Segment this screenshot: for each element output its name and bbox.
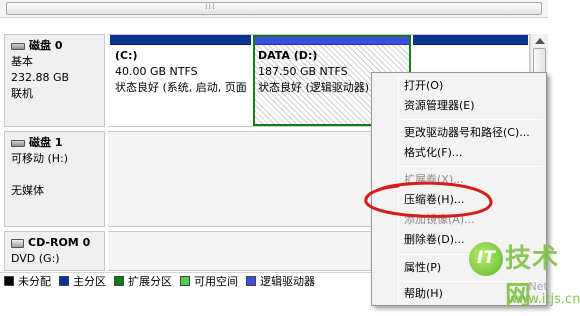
- primary-partition-band: [110, 35, 251, 45]
- disk-1-name: 磁盘 1: [29, 136, 63, 149]
- partition-c[interactable]: (C:) 40.00 GB NTFS 状态良好 (系统, 启动, 页面: [110, 35, 251, 126]
- legend-label: 主分区: [73, 274, 106, 288]
- partition-c-status: 状态良好 (系统, 启动, 页面: [115, 81, 247, 94]
- removable-disk-icon: [11, 139, 25, 147]
- legend-swatch: [180, 275, 190, 286]
- menu-item-properties[interactable]: 属性(P): [404, 259, 441, 277]
- scroll-up-icon[interactable]: [535, 38, 545, 44]
- cdrom-0-type: DVD (G:): [11, 252, 60, 265]
- menu-item-change-drive-letter[interactable]: 更改驱动器号和路径(C)...: [404, 124, 530, 142]
- hard-disk-icon: [11, 42, 25, 50]
- legend-item-extended: 扩展分区: [114, 273, 172, 289]
- disk-0-size: 232.88 GB: [11, 71, 70, 84]
- disk-1-type: 可移动 (H:): [11, 152, 69, 165]
- menu-separator: [400, 254, 542, 255]
- legend-item-free-space: 可用空间: [180, 273, 238, 289]
- logical-drive-band: [253, 35, 411, 45]
- disk-1-media: 无媒体: [11, 184, 44, 197]
- menu-item-shrink-volume[interactable]: 压缩卷(H)...: [404, 191, 464, 209]
- disk-0-label[interactable]: 磁盘 0 基本 232.88 GB 联机: [4, 34, 105, 127]
- menu-item-help[interactable]: 帮助(H): [404, 285, 443, 303]
- menu-item-open[interactable]: 打开(O): [404, 77, 443, 95]
- menu-item-add-mirror[interactable]: 添加镜像(A)...: [404, 211, 475, 229]
- menu-separator: [400, 166, 542, 167]
- disk-0-status: 联机: [11, 87, 33, 100]
- menu-gutter: [398, 75, 399, 303]
- cdrom-0-title: CD-ROM 0: [11, 235, 98, 251]
- menu-item-delete-volume[interactable]: 删除卷(D)...: [404, 231, 465, 249]
- legend-item-unallocated: 未分配: [4, 273, 51, 289]
- legend-label: 未分配: [18, 274, 51, 288]
- menu-item-format[interactable]: 格式化(F)...: [404, 144, 462, 162]
- partition-c-info: 40.00 GB NTFS: [115, 65, 198, 78]
- cdrom-0-name: CD-ROM 0: [28, 236, 91, 249]
- legend-swatch: [4, 275, 14, 286]
- disk-0-name: 磁盘 0: [29, 39, 63, 52]
- menu-item-explorer[interactable]: 资源管理器(E): [404, 97, 475, 115]
- disk-0-type: 基本: [11, 55, 33, 68]
- horizontal-scrollbar[interactable]: ⁞⁞⁞: [0, 0, 548, 18]
- legend-swatch: [114, 275, 124, 286]
- menu-separator: [400, 281, 542, 282]
- legend-label: 扩展分区: [128, 274, 172, 288]
- partition-c-name: (C:): [115, 49, 138, 62]
- menu-item-extend-volume[interactable]: 扩展卷(X)...: [404, 171, 464, 189]
- disk-1-title: 磁盘 1: [11, 135, 98, 151]
- primary-partition-band: [413, 35, 528, 45]
- legend-label: 逻辑驱动器: [260, 274, 315, 288]
- cdrom-0-label[interactable]: CD-ROM 0 DVD (G:): [4, 231, 105, 271]
- scrollbar-grip-icon: ⁞⁞⁞: [205, 2, 216, 11]
- partition-d-name: DATA (D:): [258, 49, 318, 62]
- legend-item-logical: 逻辑驱动器: [246, 273, 315, 289]
- legend-item-primary: 主分区: [59, 273, 106, 289]
- menu-separator: [400, 119, 542, 120]
- disk-0-title: 磁盘 0: [11, 38, 98, 54]
- cd-drive-icon: [11, 238, 24, 248]
- legend-swatch: [59, 275, 69, 286]
- legend-swatch: [246, 275, 256, 286]
- disk-1-label[interactable]: 磁盘 1 可移动 (H:) 无媒体: [4, 131, 105, 227]
- horizontal-scrollbar-thumb[interactable]: [6, 2, 542, 15]
- legend-label: 可用空间: [194, 274, 238, 288]
- context-menu: 打开(O) 资源管理器(E) 更改驱动器号和路径(C)... 格式化(F)...…: [371, 72, 547, 306]
